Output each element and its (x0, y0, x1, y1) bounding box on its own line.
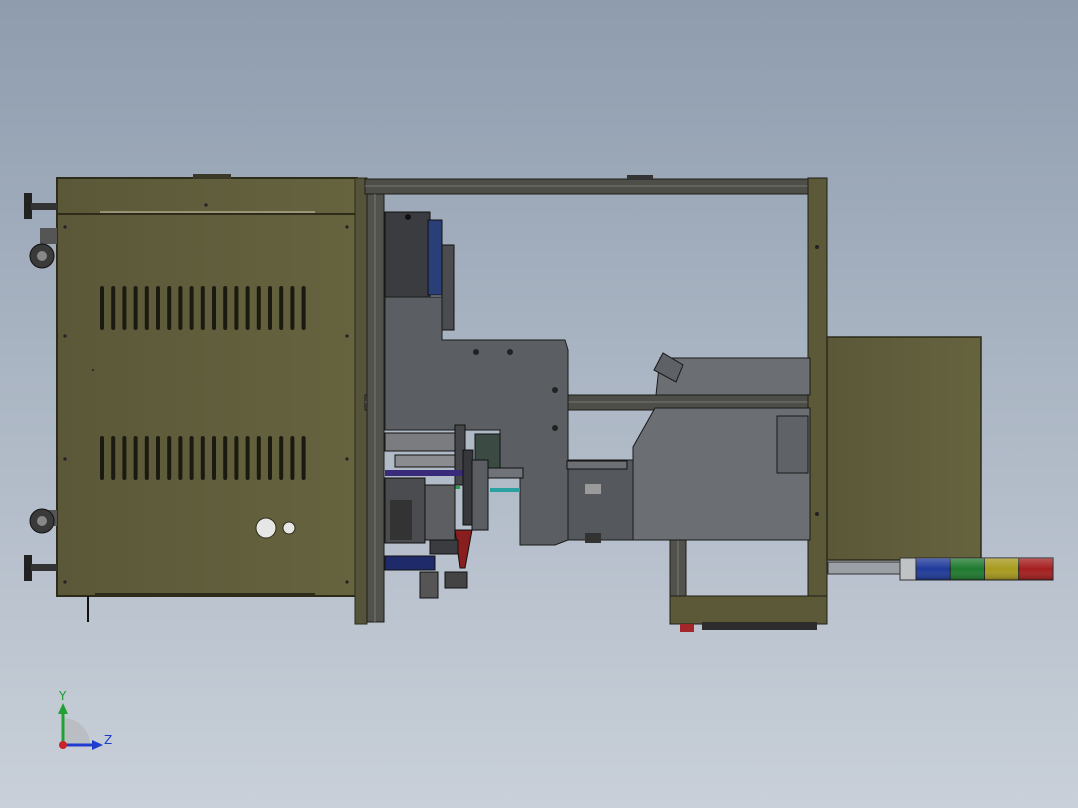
vent-slot (178, 436, 183, 480)
vent-slot (156, 436, 160, 480)
vent-slot (268, 436, 272, 480)
vent-slot (189, 436, 194, 480)
axis-y-label: Y (58, 689, 67, 703)
vent-slot (279, 286, 284, 330)
vent-slot (156, 286, 160, 330)
leveling-foot-icon (24, 193, 57, 219)
vent-slot (189, 286, 194, 330)
vent-slot (290, 286, 295, 330)
leveling-foot-icon (24, 555, 57, 581)
vent-slot (167, 436, 172, 480)
vent-slot (212, 436, 216, 480)
lower-frame (669, 595, 828, 632)
vent-slot (111, 436, 116, 480)
cad-drawing: Y Z (24, 174, 1054, 750)
vent-slot (122, 436, 127, 480)
axis-z-label: Z (104, 733, 112, 747)
vent-slot (111, 286, 116, 330)
control-box (826, 336, 982, 561)
vent-slot (133, 436, 138, 480)
vent-slot (301, 286, 306, 330)
vent-slot (234, 286, 239, 330)
electrical-cabinet (56, 174, 368, 625)
vent-slot (100, 436, 104, 480)
vent-slot (256, 286, 261, 330)
vent-slot (133, 286, 138, 330)
vent-slot (212, 286, 216, 330)
vent-slot (268, 286, 272, 330)
vent-slot (200, 286, 205, 330)
vent-slot (200, 436, 205, 480)
vent-slot (144, 436, 149, 480)
caster-wheel-icon (29, 228, 57, 269)
vent-slot (100, 286, 104, 330)
coordinate-triad-icon: Y Z (58, 689, 112, 750)
vent-slot (279, 436, 284, 480)
vent-slot (223, 286, 228, 330)
vent-slot (245, 286, 250, 330)
vent-slot (122, 286, 127, 330)
vent-slot (234, 436, 239, 480)
vent-slot (256, 436, 261, 480)
cad-viewport[interactable]: Y Z (0, 0, 1078, 808)
caster-wheel-icon (29, 508, 57, 534)
vent-slot (167, 286, 172, 330)
vent-slot (290, 436, 295, 480)
stack-light (827, 557, 1054, 581)
vent-slot (223, 436, 228, 480)
vent-slot (144, 286, 149, 330)
vent-slot (301, 436, 306, 480)
vent-slot (245, 436, 250, 480)
vent-slot (178, 286, 183, 330)
